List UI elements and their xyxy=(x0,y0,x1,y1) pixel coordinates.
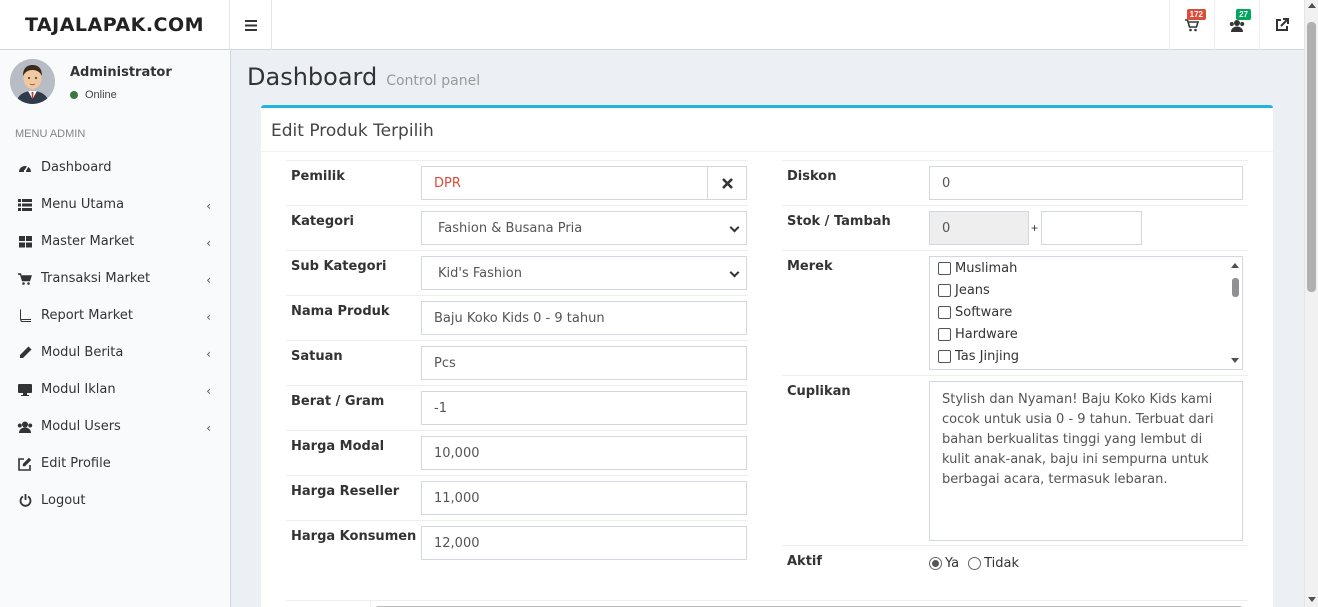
user-panel: Administrator Online xyxy=(10,59,220,109)
harga-modal-input[interactable]: 10,000 xyxy=(421,436,747,470)
aktif-ya-radio[interactable]: Ya xyxy=(929,556,959,571)
dashboard-icon xyxy=(17,160,33,176)
merek-checkbox-list[interactable]: Muslimah Jeans Software Hardware Tas Jin… xyxy=(929,256,1243,370)
radio-selected-icon[interactable] xyxy=(929,557,942,570)
grid-icon xyxy=(17,234,33,250)
orders-notification-button[interactable]: 172 xyxy=(1169,0,1214,50)
page-subtitle: Control panel xyxy=(386,73,481,89)
merek-list-scrollbar[interactable] xyxy=(1229,257,1242,369)
avatar xyxy=(10,59,55,104)
chevron-down-icon xyxy=(729,222,740,233)
pencil-icon xyxy=(17,345,33,361)
aktif-radio-group: Ya Tidak xyxy=(929,556,1019,571)
book-icon xyxy=(17,308,33,324)
sidebar-menu: Dashboard Menu Utama ‹ Master Market ‹ T… xyxy=(0,149,230,519)
cart-icon xyxy=(1185,18,1199,31)
pemilik-input[interactable]: DPR xyxy=(421,166,708,200)
sidebar-item-modul-users[interactable]: Modul Users ‹ xyxy=(0,408,230,445)
sidebar: Administrator Online MENU ADMIN Dashboar… xyxy=(0,50,231,607)
checkbox[interactable] xyxy=(938,349,951,363)
checkbox[interactable] xyxy=(938,327,951,341)
sidebar-item-modul-berita[interactable]: Modul Berita ‹ xyxy=(0,334,230,371)
users-icon xyxy=(17,419,33,435)
merek-option[interactable]: Muslimah xyxy=(930,257,1242,279)
merek-option[interactable]: Tas Jinjing xyxy=(930,345,1242,367)
list-icon xyxy=(17,197,33,213)
chevron-left-icon: ‹ xyxy=(206,384,211,398)
scroll-down-arrow-icon[interactable] xyxy=(1231,358,1239,363)
next-row-partial xyxy=(286,600,1248,607)
merek-option[interactable]: Jeans xyxy=(930,279,1242,301)
users-notification-button[interactable]: 27 xyxy=(1214,0,1259,50)
monitor-icon xyxy=(17,382,33,398)
clear-pemilik-button[interactable] xyxy=(707,166,747,200)
chevron-down-icon xyxy=(729,267,740,278)
chevron-left-icon: ‹ xyxy=(206,236,211,250)
aktif-tidak-radio[interactable]: Tidak xyxy=(968,556,1019,571)
site-logo[interactable]: TAJALAPAK.COM xyxy=(0,0,230,50)
checkbox[interactable] xyxy=(938,305,951,319)
sidebar-item-edit-profile[interactable]: Edit Profile xyxy=(0,445,230,482)
nama-produk-input[interactable]: Baju Koko Kids 0 - 9 tahun xyxy=(421,301,747,335)
checkbox[interactable] xyxy=(938,283,951,297)
page-scrollbar[interactable] xyxy=(1304,0,1318,607)
scrollbar-thumb[interactable] xyxy=(1307,22,1316,292)
menu-header: MENU ADMIN xyxy=(15,128,86,140)
merek-option[interactable]: Hardware xyxy=(930,323,1242,345)
bars-icon xyxy=(244,19,257,31)
users-icon xyxy=(1229,19,1245,32)
stok-plus-sign: + xyxy=(1031,221,1039,235)
top-navbar: TAJALAPAK.COM 172 27 xyxy=(0,0,1304,50)
sidebar-item-report-market[interactable]: Report Market ‹ xyxy=(0,297,230,334)
scrollbar-thumb[interactable] xyxy=(1232,278,1239,297)
scroll-down-arrow-icon[interactable] xyxy=(1308,597,1316,602)
chevron-left-icon: ‹ xyxy=(206,421,211,435)
berat-input[interactable]: -1 xyxy=(421,391,747,425)
sub-kategori-select[interactable]: Kid's Fashion xyxy=(421,256,747,290)
chevron-left-icon: ‹ xyxy=(206,273,211,287)
sidebar-item-modul-iklan[interactable]: Modul Iklan ‹ xyxy=(0,371,230,408)
user-name: Administrator xyxy=(70,65,172,80)
harga-reseller-input[interactable]: 11,000 xyxy=(421,481,747,515)
users-badge: 27 xyxy=(1236,9,1251,20)
open-site-button[interactable] xyxy=(1259,0,1304,50)
scroll-up-arrow-icon[interactable] xyxy=(1231,263,1239,268)
tambah-stok-input[interactable] xyxy=(1041,211,1142,245)
sidebar-item-transaksi-market[interactable]: Transaksi Market ‹ xyxy=(0,260,230,297)
radio-icon[interactable] xyxy=(968,557,982,570)
content-header: Dashboard Control panel xyxy=(247,63,480,91)
sidebar-item-dashboard[interactable]: Dashboard xyxy=(0,149,230,186)
chevron-left-icon: ‹ xyxy=(206,310,211,324)
cart-badge: 172 xyxy=(1186,9,1206,20)
user-status: Online xyxy=(70,89,117,101)
power-icon xyxy=(17,493,33,509)
page-title: Dashboard xyxy=(247,63,378,91)
sidebar-item-master-market[interactable]: Master Market ‹ xyxy=(0,223,230,260)
edit-product-box: Edit Produk Terpilih Pemilik DPR Kategor… xyxy=(261,105,1273,607)
merek-option[interactable]: Software xyxy=(930,301,1242,323)
chevron-left-icon: ‹ xyxy=(206,199,211,213)
chevron-left-icon: ‹ xyxy=(206,347,211,361)
edit-icon xyxy=(17,456,33,472)
close-icon xyxy=(721,177,733,189)
sidebar-toggle-button[interactable] xyxy=(230,0,272,50)
online-dot-icon xyxy=(70,91,78,99)
checkbox[interactable] xyxy=(938,261,951,275)
cart-icon xyxy=(17,271,33,287)
scroll-up-arrow-icon[interactable] xyxy=(1308,3,1316,8)
box-title: Edit Produk Terpilih xyxy=(271,121,434,141)
cuplikan-textarea[interactable]: Stylish dan Nyaman! Baju Koko Kids kami … xyxy=(929,381,1243,541)
external-link-icon xyxy=(1276,18,1289,31)
sidebar-item-logout[interactable]: Logout xyxy=(0,482,230,519)
diskon-input[interactable]: 0 xyxy=(929,166,1243,200)
sidebar-item-menu-utama[interactable]: Menu Utama ‹ xyxy=(0,186,230,223)
harga-konsumen-input[interactable]: 12,000 xyxy=(421,526,747,560)
stok-input: 0 xyxy=(929,211,1029,245)
satuan-input[interactable]: Pcs xyxy=(421,346,747,380)
kategori-select[interactable]: Fashion & Busana Pria xyxy=(421,211,747,245)
